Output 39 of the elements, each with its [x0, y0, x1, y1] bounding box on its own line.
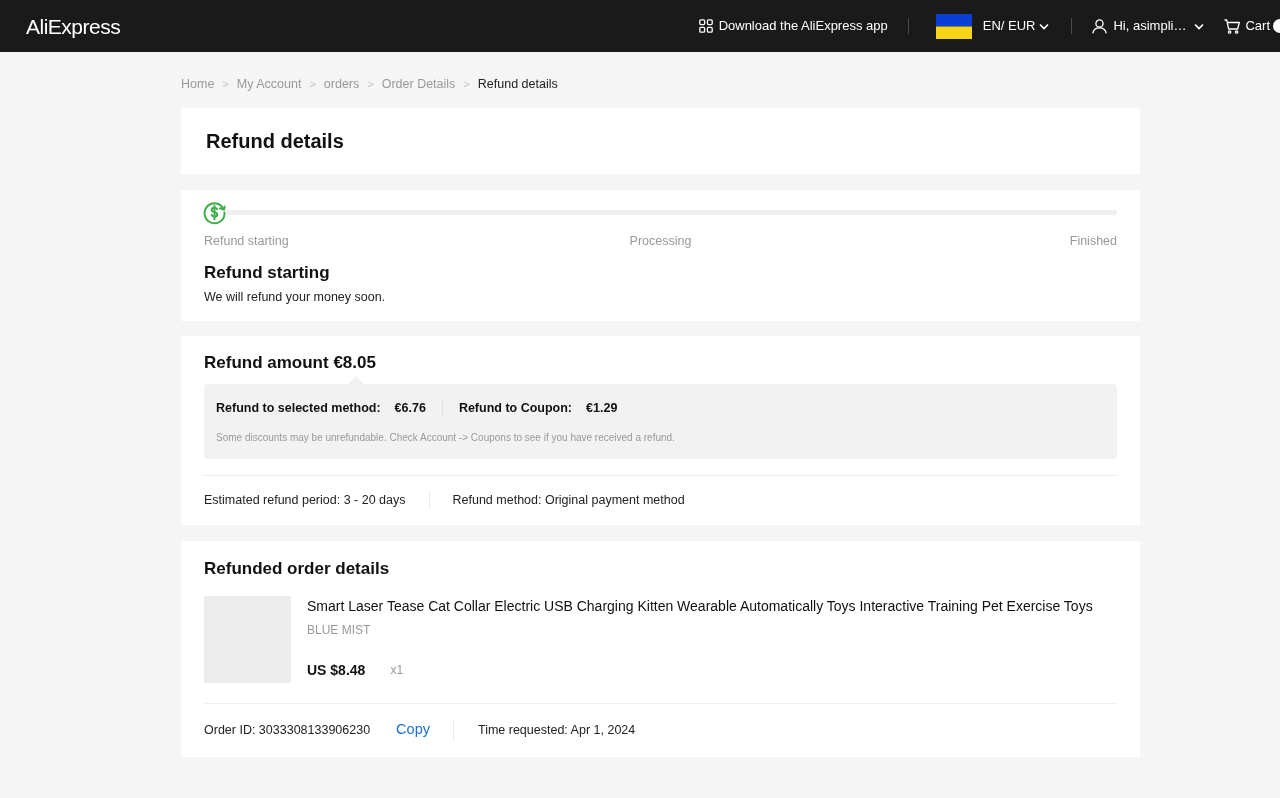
breakdown-amount: €1.29	[586, 400, 618, 417]
cart-badge-icon	[1273, 19, 1280, 33]
status-title: Refund starting	[204, 261, 331, 284]
account-menu-button[interactable]: Hi, asimpli…	[1092, 16, 1205, 36]
product-price: US $8.48	[307, 660, 366, 680]
breadcrumb-separator: >	[367, 76, 374, 92]
language-currency-button[interactable]: EN/ EUR	[935, 13, 1050, 39]
chevron-down-icon	[1194, 22, 1205, 30]
breadcrumb-separator: >	[309, 76, 316, 92]
breadcrumb-separator: >	[463, 76, 470, 92]
cart-link[interactable]: Cart	[1224, 16, 1270, 36]
step-label: Processing	[629, 233, 692, 250]
time-requested-text: Time requested: Apr 1, 2024	[477, 721, 636, 739]
copy-button[interactable]: Copy	[396, 719, 430, 742]
refunded-order-title: Refunded order details	[204, 558, 391, 579]
product-variant: BLUE MIST	[307, 621, 372, 639]
flag-icon	[935, 13, 972, 39]
breadcrumb-link[interactable]: Refund details	[477, 74, 558, 94]
app-download-link[interactable]: Download the AliExpress app	[698, 16, 888, 36]
page-title: Refund details	[206, 129, 344, 154]
status-text: We will refund your money soon.	[204, 289, 387, 307]
step-label: Finished	[1069, 233, 1117, 250]
step-label: Refund starting	[204, 233, 289, 250]
qr-code-icon	[698, 19, 713, 33]
refund-note: Some discounts may be unrefundable. Check Account -> Coupons to see if you have received a refund.	[216, 430, 676, 445]
product-title-link[interactable]: Smart Laser Tease Cat Collar Electric USB Charging Kitten Wearable Automatically Toys Interactive Training Pet Exercise Toys	[307, 595, 1093, 616]
refund-detail-text: Refund method: Original payment method	[452, 491, 685, 509]
cart-icon	[1224, 18, 1241, 34]
breadcrumb-separator: >	[222, 76, 229, 92]
user-icon	[1092, 18, 1108, 34]
breakdown-label: Refund to Coupon:	[458, 400, 573, 417]
breakdown-label: Refund to selected method:	[216, 400, 381, 417]
refund-detail-text: Estimated refund period: 3 - 20 days	[204, 491, 406, 509]
order-id-text: Order ID: 3033308133906230	[204, 721, 371, 739]
product-quantity: x1	[390, 662, 404, 680]
refund-amount-title: Refund amount €8.05	[204, 353, 377, 373]
logo[interactable]: AliExpress	[26, 15, 121, 37]
chevron-down-icon	[1039, 22, 1050, 30]
breakdown-amount: €6.76	[394, 400, 426, 417]
